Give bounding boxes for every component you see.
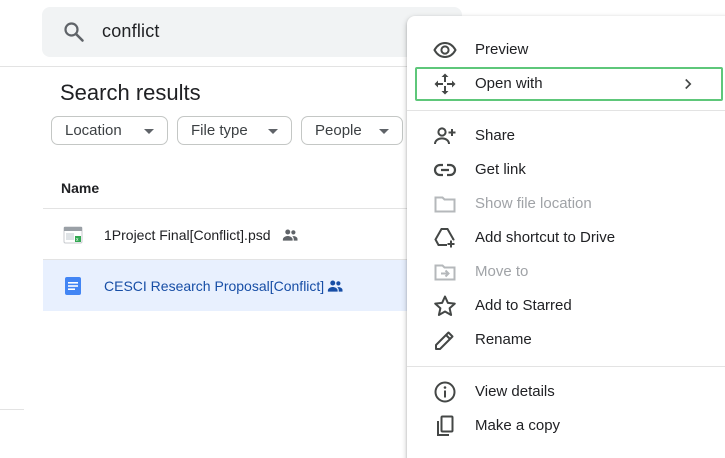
menu-item-label: Share — [475, 127, 516, 144]
add-shortcut-icon — [434, 228, 455, 248]
star-icon — [434, 295, 456, 316]
header-divider — [0, 66, 410, 67]
move-arrows-icon — [434, 73, 456, 95]
file-name: 1Project Final[Conflict].psd — [104, 227, 271, 243]
pencil-icon — [435, 331, 454, 350]
location-filter-label: Location — [65, 122, 122, 139]
move-to-folder-icon — [434, 264, 456, 281]
menu-item-get-link[interactable]: Get link — [407, 153, 725, 187]
menu-item-move-to[interactable]: Move to — [407, 255, 725, 289]
table-row[interactable]: x 1Project Final[Conflict].psd — [43, 209, 413, 260]
search-input[interactable]: conflict — [102, 21, 160, 42]
context-menu: Preview Open with Share Get link Show fi… — [407, 16, 725, 458]
menu-item-preview[interactable]: Preview — [407, 33, 725, 67]
image-file-icon: x — [63, 226, 83, 244]
menu-item-label: Make a copy — [475, 417, 561, 434]
menu-item-share[interactable]: Share — [407, 119, 725, 153]
shared-people-icon — [327, 280, 343, 292]
menu-item-open-with[interactable]: Open with — [415, 67, 723, 101]
menu-item-label: Move to — [475, 263, 529, 280]
docs-file-icon — [65, 277, 81, 295]
menu-item-add-to-starred[interactable]: Add to Starred — [407, 289, 725, 323]
menu-item-label: View details — [475, 383, 555, 400]
name-column-header[interactable]: Name — [61, 180, 99, 196]
file-type-filter-chip[interactable]: File type — [177, 116, 292, 145]
search-bar[interactable]: conflict — [42, 7, 462, 57]
menu-item-add-shortcut[interactable]: Add shortcut to Drive — [407, 221, 725, 255]
people-filter-label: People — [315, 122, 362, 139]
table-row-selected[interactable]: CESCI Research Proposal[Conflict] — [43, 260, 413, 311]
search-icon[interactable] — [62, 20, 86, 44]
chevron-right-icon — [685, 78, 692, 90]
menu-item-label: Show file location — [475, 195, 592, 212]
menu-item-view-details[interactable]: View details — [407, 375, 725, 409]
sidebar-divider — [0, 409, 24, 410]
info-icon — [434, 381, 456, 403]
chevron-down-icon — [268, 129, 278, 134]
menu-divider — [407, 110, 725, 111]
menu-item-label: Rename — [475, 331, 532, 348]
file-name: CESCI Research Proposal[Conflict] — [104, 278, 325, 294]
location-filter-chip[interactable]: Location — [51, 116, 168, 145]
menu-item-label: Add to Starred — [475, 297, 572, 314]
people-filter-chip[interactable]: People — [301, 116, 403, 145]
chevron-down-icon — [379, 129, 389, 134]
chevron-down-icon — [144, 129, 154, 134]
menu-item-label: Get link — [475, 161, 526, 178]
folder-icon — [434, 196, 456, 213]
copy-icon — [437, 415, 454, 436]
page-title: Search results — [60, 80, 201, 105]
menu-item-label: Preview — [475, 41, 529, 58]
person-add-icon — [434, 127, 456, 145]
eye-icon — [433, 41, 457, 59]
shared-people-icon — [282, 229, 298, 241]
menu-item-label: Open with — [475, 75, 543, 92]
menu-item-label: Add shortcut to Drive — [475, 229, 616, 246]
menu-item-make-a-copy[interactable]: Make a copy — [407, 409, 725, 443]
link-icon — [433, 163, 457, 177]
menu-item-rename[interactable]: Rename — [407, 323, 725, 357]
file-type-filter-label: File type — [191, 122, 248, 139]
menu-divider — [407, 366, 725, 367]
menu-item-show-file-location[interactable]: Show file location — [407, 187, 725, 221]
